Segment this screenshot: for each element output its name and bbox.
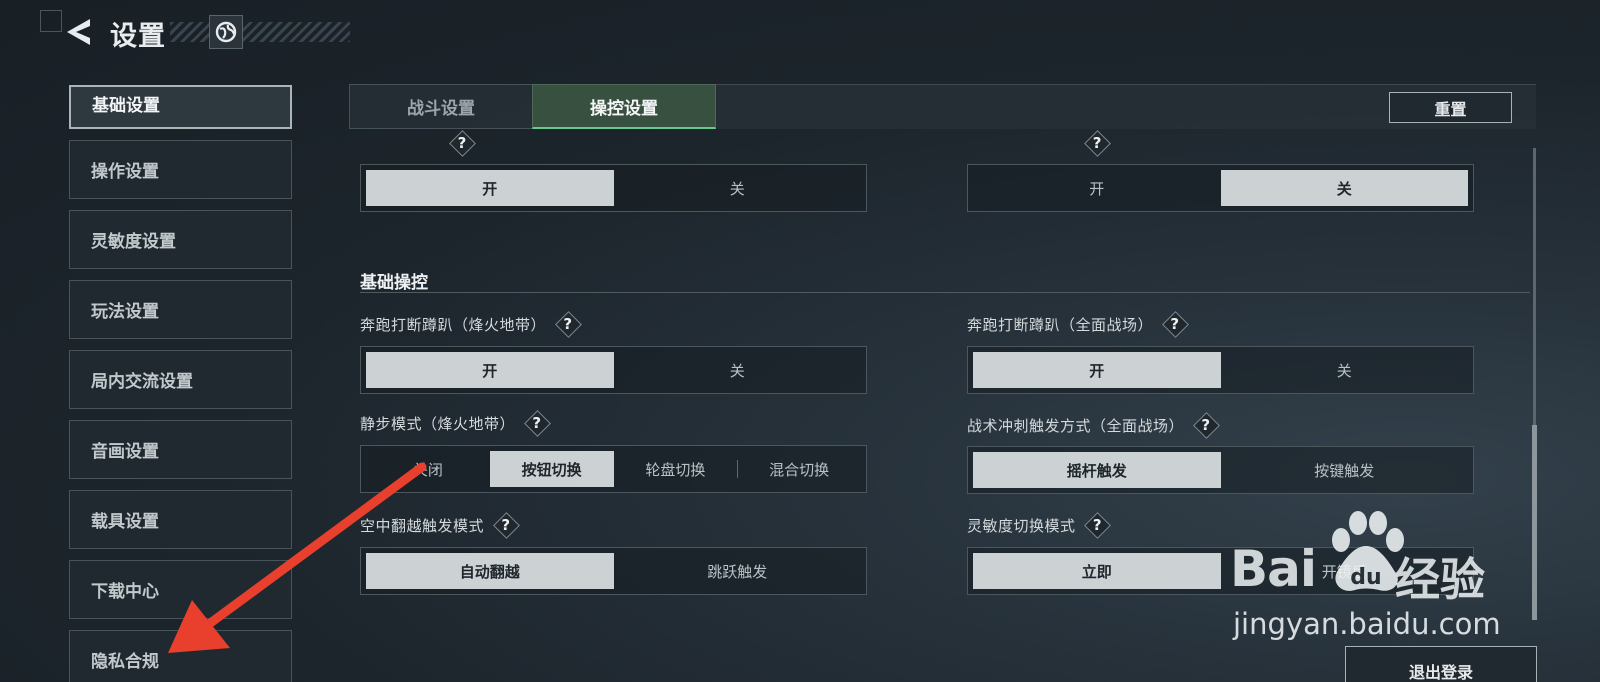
help-icon[interactable]: ? xyxy=(525,411,549,435)
setting-label: 战术冲刺触发方式（全面战场）? xyxy=(967,413,1218,437)
option-off[interactable]: 关 xyxy=(614,352,862,388)
reset-button[interactable]: 重置 xyxy=(1389,92,1512,123)
svg-text:du: du xyxy=(1350,565,1381,590)
option-key[interactable]: 按键触发 xyxy=(1221,452,1469,488)
section-divider xyxy=(360,292,1530,293)
help-icon[interactable]: ? xyxy=(494,513,518,537)
sidebar-item-label: 局内交流设置 xyxy=(91,372,193,392)
sidebar-item-label: 隐私合规 xyxy=(91,652,159,672)
option-button-toggle[interactable]: 按钮切换 xyxy=(489,451,614,487)
option-immediate[interactable]: 立即 xyxy=(973,553,1221,589)
help-icon[interactable]: ? xyxy=(1086,513,1110,537)
option-off[interactable]: 关 xyxy=(1221,352,1469,388)
globe-button[interactable] xyxy=(209,15,243,49)
toggle-tactical-sprint[interactable]: 摇杆触发 按键触发 xyxy=(967,446,1474,494)
option-joystick[interactable]: 摇杆触发 xyxy=(973,452,1221,488)
option-on[interactable]: 开 xyxy=(973,352,1221,388)
globe-icon xyxy=(215,21,237,43)
section-title: 基础操控 xyxy=(360,273,428,293)
watermark-jingyan: 经验 xyxy=(1395,553,1486,606)
corner-frame xyxy=(40,10,62,32)
watermark-url: jingyan.baidu.com xyxy=(1233,607,1501,641)
sidebar-item-label: 基础设置 xyxy=(92,96,160,116)
help-icon[interactable]: ? xyxy=(1194,413,1218,437)
title-decoration xyxy=(170,22,350,42)
sidebar-item-basic[interactable]: 基础设置 xyxy=(69,85,292,129)
sidebar-item-sensitivity[interactable]: 灵敏度设置 xyxy=(69,210,292,269)
setting-label: 静步模式（烽火地带）? xyxy=(360,411,549,435)
sidebar-item-operation[interactable]: 操作设置 xyxy=(69,140,292,199)
page-title: 设置 xyxy=(110,21,166,52)
sidebar-item-gameplay[interactable]: 玩法设置 xyxy=(69,280,292,339)
help-icon[interactable]: ? xyxy=(450,131,474,155)
option-on[interactable]: 开 xyxy=(366,352,614,388)
tab-battle-settings[interactable]: 战斗设置 xyxy=(349,84,532,129)
back-arrow-icon[interactable] xyxy=(64,16,94,48)
scrollbar-thumb[interactable] xyxy=(1532,425,1537,620)
option-on[interactable]: 开 xyxy=(973,170,1221,206)
option-jump-trigger[interactable]: 跳跃触发 xyxy=(614,553,862,589)
toggle-top-right[interactable]: 开 关 xyxy=(967,164,1474,212)
tab-control-settings[interactable]: 操控设置 xyxy=(532,84,716,129)
option-off[interactable]: 关 xyxy=(1220,170,1468,206)
help-icon[interactable]: ? xyxy=(1163,312,1187,336)
sidebar-item-label: 载具设置 xyxy=(91,512,159,532)
option-wheel-toggle[interactable]: 轮盘切换 xyxy=(614,451,738,487)
setting-label: 奔跑打断蹲趴（烽火地带）? xyxy=(360,312,580,336)
logout-button[interactable]: 退出登录 xyxy=(1345,646,1537,682)
help-icon[interactable]: ? xyxy=(556,312,580,336)
sidebar-item-label: 玩法设置 xyxy=(91,302,159,322)
sidebar-item-communication[interactable]: 局内交流设置 xyxy=(69,350,292,409)
sidebar-item-label: 下载中心 xyxy=(91,582,159,602)
setting-label: 灵敏度切换模式? xyxy=(967,513,1110,537)
help-icon[interactable]: ? xyxy=(1085,131,1109,155)
sidebar-item-label: 灵敏度设置 xyxy=(91,232,176,252)
setting-label: 奔跑打断蹲趴（全面战场）? xyxy=(967,312,1187,336)
sidebar-item-label: 音画设置 xyxy=(91,442,159,462)
toggle-sprint-interrupt-fire[interactable]: 开 关 xyxy=(360,346,867,394)
option-on[interactable]: 开 xyxy=(366,170,614,206)
option-mixed-toggle[interactable]: 混合切换 xyxy=(737,451,861,487)
toggle-sprint-interrupt-battlefield[interactable]: 开 关 xyxy=(967,346,1474,394)
sidebar-item-label: 操作设置 xyxy=(91,162,159,182)
option-off[interactable]: 关 xyxy=(614,170,862,206)
annotation-arrow-icon xyxy=(168,462,427,653)
watermark-brand: Bai xyxy=(1230,540,1317,598)
toggle-top-left[interactable]: 开 关 xyxy=(360,164,867,212)
